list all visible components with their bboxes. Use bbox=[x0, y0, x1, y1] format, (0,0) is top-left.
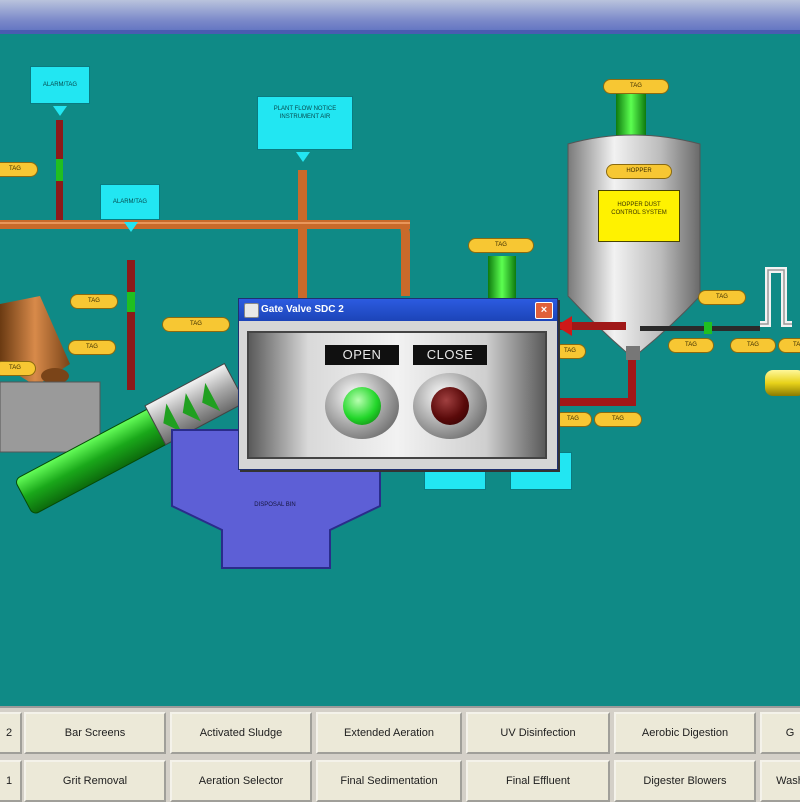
close-label: CLOSE bbox=[413, 345, 487, 365]
nav-activated-sludge[interactable]: Activated Sludge bbox=[170, 712, 312, 754]
close-lamp-icon bbox=[431, 387, 469, 425]
dialog-title-bar[interactable]: Gate Valve SDC 2 × bbox=[239, 299, 557, 321]
cyan-arrow-1 bbox=[53, 106, 67, 116]
nav-extended-aeration[interactable]: Extended Aeration bbox=[316, 712, 462, 754]
tag-pill[interactable]: TAG bbox=[730, 338, 776, 353]
nav-aerobic-digestion[interactable]: Aerobic Digestion bbox=[614, 712, 756, 754]
nav-grit-removal[interactable]: Grit Removal bbox=[24, 760, 166, 802]
tag-pill[interactable]: TAG bbox=[554, 412, 592, 427]
tag-pill[interactable]: TAG bbox=[594, 412, 642, 427]
nav-digester-blowers[interactable]: Digester Blowers bbox=[614, 760, 756, 802]
nav-bar-screens[interactable]: Bar Screens bbox=[24, 712, 166, 754]
nav-uv-disinfection[interactable]: UV Disinfection bbox=[466, 712, 610, 754]
tag-pill[interactable]: TAG bbox=[668, 338, 714, 353]
tag-pill[interactable]: TAG bbox=[0, 162, 38, 177]
tag-pill[interactable]: TAG bbox=[68, 340, 116, 355]
tag-pill[interactable]: TAG bbox=[698, 290, 746, 305]
tag-pill[interactable]: TAG bbox=[778, 338, 800, 353]
nav-final-sedimentation[interactable]: Final Sedimentation bbox=[316, 760, 462, 802]
valve-control-panel: OPEN CLOSE bbox=[247, 331, 547, 459]
plant-flow-notice[interactable]: PLANT FLOW NOTICE INSTRUMENT AIR bbox=[257, 96, 353, 150]
hopper-sign: HOPPER DUST CONTROL SYSTEM bbox=[598, 190, 680, 242]
nav-final-effluent[interactable]: Final Effluent bbox=[466, 760, 610, 802]
nav-button-row2-6[interactable]: Wash bbox=[760, 760, 800, 802]
open-button[interactable] bbox=[325, 373, 399, 439]
tag-pill[interactable]: TAG bbox=[162, 317, 230, 332]
discharge-line-red bbox=[540, 316, 760, 406]
gate-valve-dialog[interactable]: Gate Valve SDC 2 × OPEN CLOSE bbox=[238, 298, 558, 470]
nav-button-row2-0[interactable]: 1 bbox=[0, 760, 22, 802]
window-title-bar bbox=[0, 0, 800, 34]
close-valve-button[interactable] bbox=[413, 373, 487, 439]
nav-button-row1-0[interactable]: 2 bbox=[0, 712, 22, 754]
cyan-arrow-2 bbox=[124, 222, 138, 232]
tag-pill[interactable]: TAG bbox=[0, 361, 36, 376]
nav-button-row1-6[interactable]: G bbox=[760, 712, 800, 754]
tag-pill[interactable]: TAG bbox=[603, 79, 669, 94]
close-button[interactable]: × bbox=[535, 302, 553, 319]
dialog-title: Gate Valve SDC 2 bbox=[261, 304, 344, 315]
tag-pill[interactable]: TAG bbox=[70, 294, 118, 309]
screen-navigation-bar: 2 Bar Screens Activated Sludge Extended … bbox=[0, 706, 800, 802]
yellow-pipe bbox=[765, 370, 800, 396]
app-icon bbox=[244, 303, 259, 318]
open-lamp-icon bbox=[343, 387, 381, 425]
alarm-tag-top-left[interactable]: ALARM/TAG bbox=[30, 66, 90, 104]
hopper-tag[interactable]: HOPPER bbox=[606, 164, 672, 179]
tag-pill[interactable]: TAG bbox=[554, 344, 586, 359]
alarm-tag-mid-left[interactable]: ALARM/TAG bbox=[100, 184, 160, 220]
overflow-pipe bbox=[760, 267, 792, 327]
nav-aeration-selector[interactable]: Aeration Selector bbox=[170, 760, 312, 802]
cyan-arrow-3 bbox=[296, 152, 310, 162]
tag-pill[interactable]: TAG bbox=[468, 238, 534, 253]
disposal-bin-label: DISPOSAL BIN bbox=[254, 502, 296, 508]
open-label: OPEN bbox=[325, 345, 399, 365]
